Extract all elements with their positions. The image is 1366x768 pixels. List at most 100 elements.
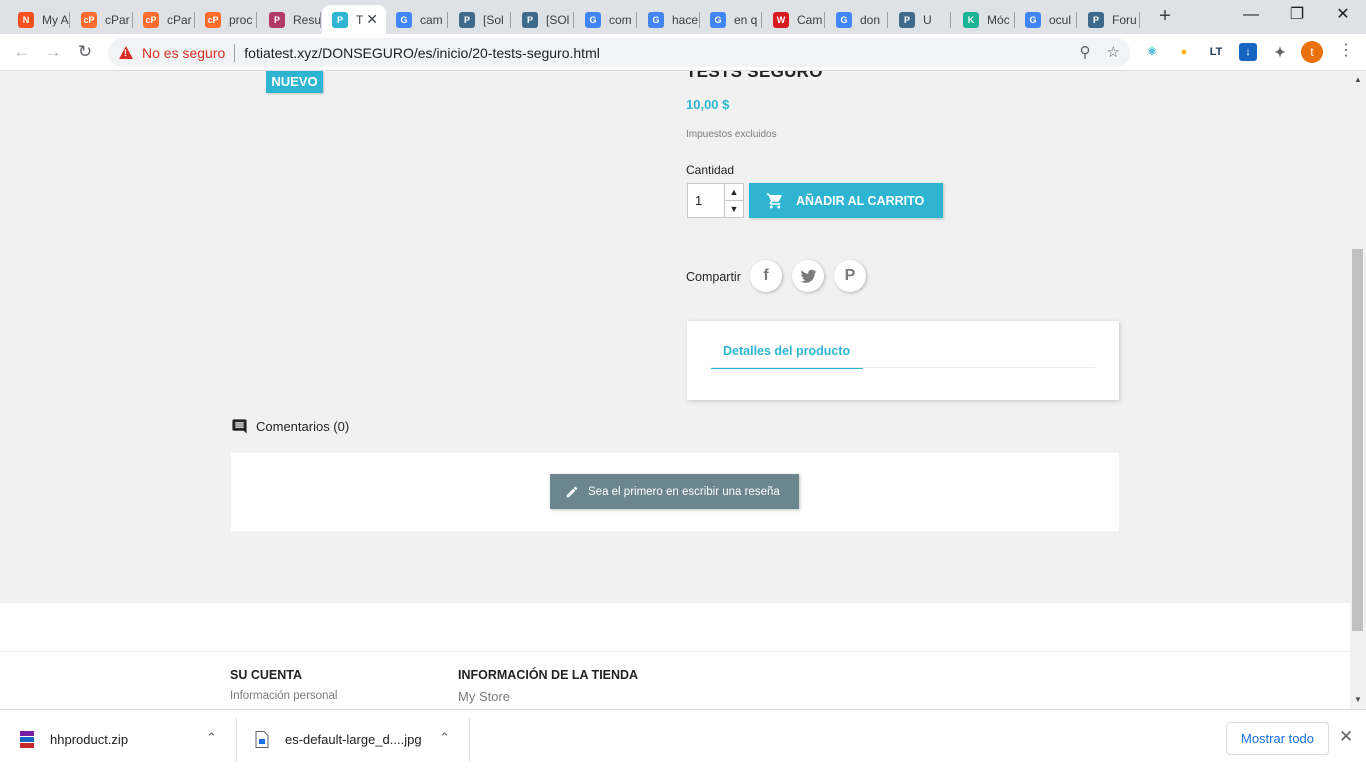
- download-divider: [469, 718, 470, 761]
- prestashop-icon: P: [1088, 11, 1104, 28]
- product-tabs-card: Detalles del producto: [687, 321, 1119, 400]
- browser-tab-title: Cam: [797, 12, 823, 27]
- image-file-icon: [255, 731, 269, 748]
- scrollbar-thumb[interactable]: [1352, 249, 1363, 631]
- tab-product-details[interactable]: Detalles del producto: [711, 344, 863, 369]
- cpanel-icon: cP: [81, 11, 97, 28]
- browser-tab[interactable]: cP proc: [195, 5, 257, 34]
- browser-tab-title: proc: [229, 12, 253, 27]
- browser-tab[interactable]: P [SOl: [512, 5, 574, 34]
- browser-tab[interactable]: cP cPar: [71, 5, 133, 34]
- browser-menu-icon[interactable]: ⋮: [1338, 40, 1354, 60]
- extensions-puzzle-icon[interactable]: ✦: [1271, 43, 1289, 61]
- address-bar[interactable]: No es seguro fotiatest.xyz/DONSEGURO/es/…: [108, 38, 1130, 67]
- add-to-cart-label: AÑADIR AL CARRITO: [796, 193, 925, 208]
- tax-note: Impuestos excluidos: [686, 129, 777, 140]
- facebook-share-icon[interactable]: f: [750, 260, 782, 292]
- winrar-file-icon: [20, 731, 34, 748]
- prestashop-icon: P: [269, 11, 285, 28]
- forward-button[interactable]: →: [40, 40, 66, 66]
- bookmark-star-icon[interactable]: ☆: [1107, 43, 1120, 61]
- back-button[interactable]: ←: [9, 40, 35, 66]
- show-all-downloads-button[interactable]: Mostrar todo: [1226, 722, 1329, 755]
- browser-tab-title: U: [923, 12, 932, 27]
- extension-download-icon[interactable]: ↓: [1239, 43, 1257, 61]
- pinterest-share-icon[interactable]: P: [834, 260, 866, 292]
- extension-lt-icon[interactable]: LT: [1207, 43, 1225, 61]
- write-review-button[interactable]: Sea el primero en escribir una reseña: [550, 474, 799, 509]
- prestashop-icon: P: [899, 11, 915, 28]
- browser-tab[interactable]: P Resu: [259, 5, 321, 34]
- quantity-input[interactable]: 1: [687, 183, 725, 218]
- browser-tab[interactable]: PU: [889, 5, 951, 34]
- close-tab-icon[interactable]: ✕: [366, 11, 378, 28]
- new-tab-button[interactable]: +: [1154, 6, 1176, 28]
- browser-tab-title: ocul: [1049, 12, 1072, 27]
- cpanel-icon: cP: [143, 11, 159, 28]
- scroll-down-icon[interactable]: ▼: [1354, 695, 1362, 704]
- browser-tab[interactable]: P Foru: [1078, 5, 1140, 34]
- download-item-jpg[interactable]: es-default-large_d....jpg: [255, 710, 422, 768]
- browser-tab[interactable]: Gcom: [575, 5, 637, 34]
- browser-tab[interactable]: Gen q: [700, 5, 762, 34]
- extension-react-icon[interactable]: ⚛: [1143, 43, 1161, 61]
- extension-bulb-icon[interactable]: ●: [1175, 43, 1193, 61]
- browser-tab-title: en q: [734, 12, 758, 27]
- restore-button[interactable]: ❐: [1274, 2, 1320, 30]
- url-text[interactable]: fotiatest.xyz/DONSEGURO/es/inicio/20-tes…: [244, 45, 600, 61]
- download-filename: es-default-large_d....jpg: [285, 732, 422, 747]
- product-page: NUEVO TESTS SEGURO 10,00 $ Impuestos exc…: [0, 71, 1350, 709]
- page-scrollbar[interactable]: ▲ ▼: [1350, 71, 1366, 709]
- browser-tab[interactable]: Gdon: [826, 5, 888, 34]
- quantity-decrease-button[interactable]: ▼: [724, 200, 744, 218]
- tabs-divider: [711, 367, 1095, 368]
- share-label: Compartir: [686, 270, 741, 284]
- browser-tab[interactable]: K Móc: [953, 5, 1015, 34]
- quantity-increase-button[interactable]: ▲: [724, 183, 744, 201]
- download-item-zip[interactable]: hhproduct.zip: [20, 710, 128, 768]
- chevron-up-icon[interactable]: ⌃: [206, 730, 217, 746]
- browser-tab[interactable]: P [Sol: [449, 5, 511, 34]
- profile-avatar[interactable]: t: [1301, 41, 1323, 63]
- scroll-up-icon[interactable]: ▲: [1354, 75, 1362, 84]
- prestashop-icon: P: [332, 11, 348, 28]
- browser-tab-title: My A: [42, 12, 69, 27]
- comment-icon: [232, 419, 247, 434]
- comments-heading: Comentarios (0): [231, 418, 349, 435]
- browser-tab[interactable]: Gcam: [386, 5, 448, 34]
- minimize-button[interactable]: —: [1228, 2, 1274, 30]
- browser-tab-title: Móc: [987, 12, 1010, 27]
- reload-button[interactable]: ↻: [72, 40, 98, 66]
- write-review-label: Sea el primero en escribir una reseña: [588, 485, 780, 498]
- google-icon: G: [648, 11, 664, 28]
- add-to-cart-button[interactable]: AÑADIR AL CARRITO: [749, 183, 943, 218]
- comments-box: Sea el primero en escribir una reseña: [231, 453, 1119, 531]
- browser-tab[interactable]: W Cam: [763, 5, 825, 34]
- browser-tab[interactable]: P T ✕: [322, 5, 386, 34]
- browser-tab-title: [SOl: [546, 12, 570, 27]
- download-filename: hhproduct.zip: [50, 732, 129, 747]
- comments-count: Comentarios (0): [256, 419, 350, 434]
- chevron-up-icon[interactable]: ⌃: [439, 730, 450, 746]
- close-download-bar-icon[interactable]: ✕: [1339, 727, 1353, 747]
- browser-tab-strip: N My AcP cPar cP cPar cP proc P Resu P T ✕ Gcam P [Sol…: [0, 0, 1366, 34]
- cpanel-icon: cP: [205, 11, 221, 28]
- zoom-search-icon[interactable]: ⚲: [1080, 43, 1091, 61]
- browser-tab[interactable]: cP cPar: [133, 5, 195, 34]
- browser-tab[interactable]: N My A: [8, 5, 70, 34]
- security-label[interactable]: No es seguro: [142, 45, 225, 61]
- footer-spacer: [0, 603, 1350, 651]
- browser-tab-title: cam: [420, 12, 443, 27]
- close-window-button[interactable]: ✕: [1320, 2, 1366, 30]
- browser-tab[interactable]: Gocul: [1015, 5, 1077, 34]
- n-logo-icon: N: [18, 11, 34, 28]
- twitter-share-icon[interactable]: [792, 260, 824, 292]
- google-icon: G: [1025, 11, 1041, 28]
- footer-account-heading: SU CUENTA: [230, 668, 302, 682]
- new-badge: NUEVO: [266, 71, 323, 93]
- browser-tab-title: [Sol: [483, 12, 504, 27]
- browser-tab[interactable]: Ghace: [638, 5, 700, 34]
- footer-store-heading: INFORMACIÓN DE LA TIENDA: [458, 668, 639, 682]
- download-bar: hhproduct.zip ⌃ es-default-large_d....jp…: [0, 709, 1366, 768]
- footer-personal-info-link[interactable]: Información personal: [230, 690, 337, 702]
